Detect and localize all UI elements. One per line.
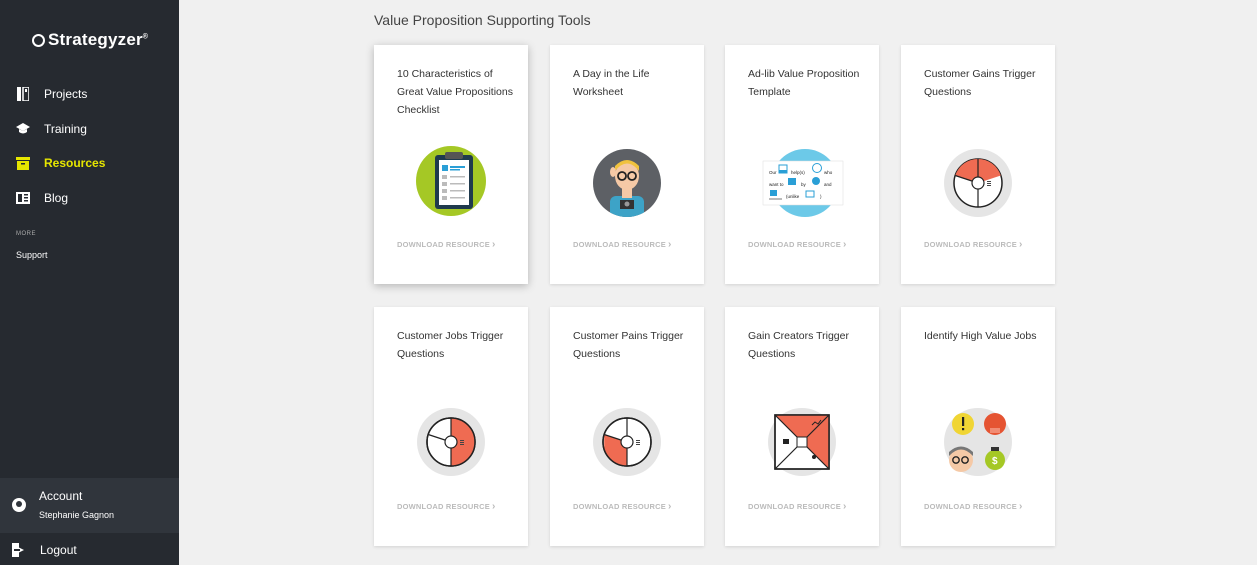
download-resource-link[interactable]: DOWNLOAD RESOURCE › [573, 501, 672, 512]
sidebar-item-training[interactable]: Training [16, 118, 87, 140]
download-resource-link[interactable]: DOWNLOAD RESOURCE › [924, 501, 1023, 512]
adlib-word-our: Our [769, 170, 777, 175]
template-icon: Our help(s) who want to by and (unlike ) [760, 148, 846, 218]
card-title: Customer Pains Trigger Questions [573, 330, 684, 360]
adlib-word-unlike: (unlike [786, 194, 800, 199]
adlib-word-who: who [824, 170, 833, 175]
blog-icon [16, 191, 30, 205]
resource-card[interactable]: 10 Characteristics of Great Value Propos… [374, 45, 528, 284]
card-title: A Day in the Life Worksheet [573, 68, 650, 98]
more-heading: MORE [16, 231, 36, 237]
card-title: Gain Creators Trigger Questions [748, 330, 849, 360]
card-title: Customer Gains Trigger Questions [924, 68, 1036, 98]
chevron-right-icon: › [667, 501, 672, 512]
card-title: 10 Characteristics of Great Value Propos… [397, 68, 513, 116]
download-resource-link[interactable]: DOWNLOAD RESOURCE › [397, 239, 496, 250]
adlib-word-by: by [801, 182, 807, 187]
download-resource-link[interactable]: DOWNLOAD RESOURCE › [748, 239, 847, 250]
resource-card[interactable]: Customer Gains Trigger Questions DOWNLOA… [901, 45, 1055, 284]
sidebar-item-label: Training [44, 122, 87, 136]
person-icon [592, 148, 662, 218]
checklist-icon [416, 146, 486, 216]
download-resource-link[interactable]: DOWNLOAD RESOURCE › [924, 239, 1023, 250]
card-title: Identify High Value Jobs [924, 330, 1037, 342]
chevron-right-icon: › [491, 501, 496, 512]
logout-label: Logout [40, 543, 77, 557]
high-value-jobs-icon: $ [943, 407, 1013, 477]
card-title: Ad-lib Value Proposition Template [748, 68, 860, 98]
section-title: Value Proposition Supporting Tools [374, 12, 591, 28]
chevron-right-icon: › [667, 239, 672, 250]
sidebar-item-blog[interactable]: Blog [16, 187, 68, 209]
sidebar-item-label: Projects [44, 87, 88, 101]
sidebar-item-projects[interactable]: Projects [16, 83, 87, 105]
sidebar: Strategyzer® Projects Training Resources… [0, 0, 179, 565]
resource-card[interactable]: Customer Jobs Trigger Questions DOWNLOAD… [374, 307, 528, 546]
customer-profile-jobs-icon [416, 407, 486, 477]
logo-text: Strategyzer [48, 30, 143, 49]
chevron-right-icon: › [1018, 501, 1023, 512]
download-resource-link[interactable]: DOWNLOAD RESOURCE › [573, 239, 672, 250]
resource-card[interactable]: Ad-lib Value Proposition Template Our he… [725, 45, 879, 284]
download-resource-link[interactable]: DOWNLOAD RESOURCE › [748, 501, 847, 512]
archive-box-icon [16, 156, 30, 170]
support-link[interactable]: Support [16, 250, 48, 260]
download-resource-link[interactable]: DOWNLOAD RESOURCE › [397, 501, 496, 512]
logo-mark-icon [32, 34, 45, 47]
customer-profile-pains-icon [592, 407, 662, 477]
graduation-cap-icon [16, 122, 30, 136]
sidebar-item-label: Blog [44, 191, 69, 205]
chevron-right-icon: › [1018, 239, 1023, 250]
adlib-word-helps: help(s) [791, 170, 805, 175]
svg-text:$: $ [992, 456, 998, 467]
resource-card[interactable]: Gain Creators Trigger Questions DOWNLOAD… [725, 307, 879, 546]
customer-profile-gains-icon [943, 148, 1013, 218]
resource-card[interactable]: Identify High Value Jobs $ DOWNLOAD RESO… [901, 307, 1055, 546]
strategyzer-logo[interactable]: Strategyzer® [32, 30, 148, 50]
logout-button[interactable]: Logout [12, 543, 77, 557]
projects-icon [16, 87, 30, 101]
sidebar-item-resources[interactable]: Resources [16, 152, 105, 174]
logout-icon [12, 543, 24, 557]
account-icon [12, 498, 26, 512]
account-name: Stephanie Gagnon [39, 510, 115, 520]
sidebar-item-label: Resources [44, 156, 106, 170]
resource-card[interactable]: Customer Pains Trigger Questions DOWNLOA… [550, 307, 704, 546]
adlib-word-want-to: want to [769, 182, 784, 187]
resource-card[interactable]: A Day in the Life Worksheet DOWNLOAD RES… [550, 45, 704, 284]
account-panel[interactable]: Account Stephanie Gagnon [0, 478, 179, 533]
account-label: Account [39, 489, 83, 503]
card-title: Customer Jobs Trigger Questions [397, 330, 504, 360]
chevron-right-icon: › [491, 239, 496, 250]
value-map-gain-creators-icon [767, 407, 837, 477]
adlib-word-and: and [824, 182, 832, 187]
chevron-right-icon: › [842, 501, 847, 512]
chevron-right-icon: › [842, 239, 847, 250]
